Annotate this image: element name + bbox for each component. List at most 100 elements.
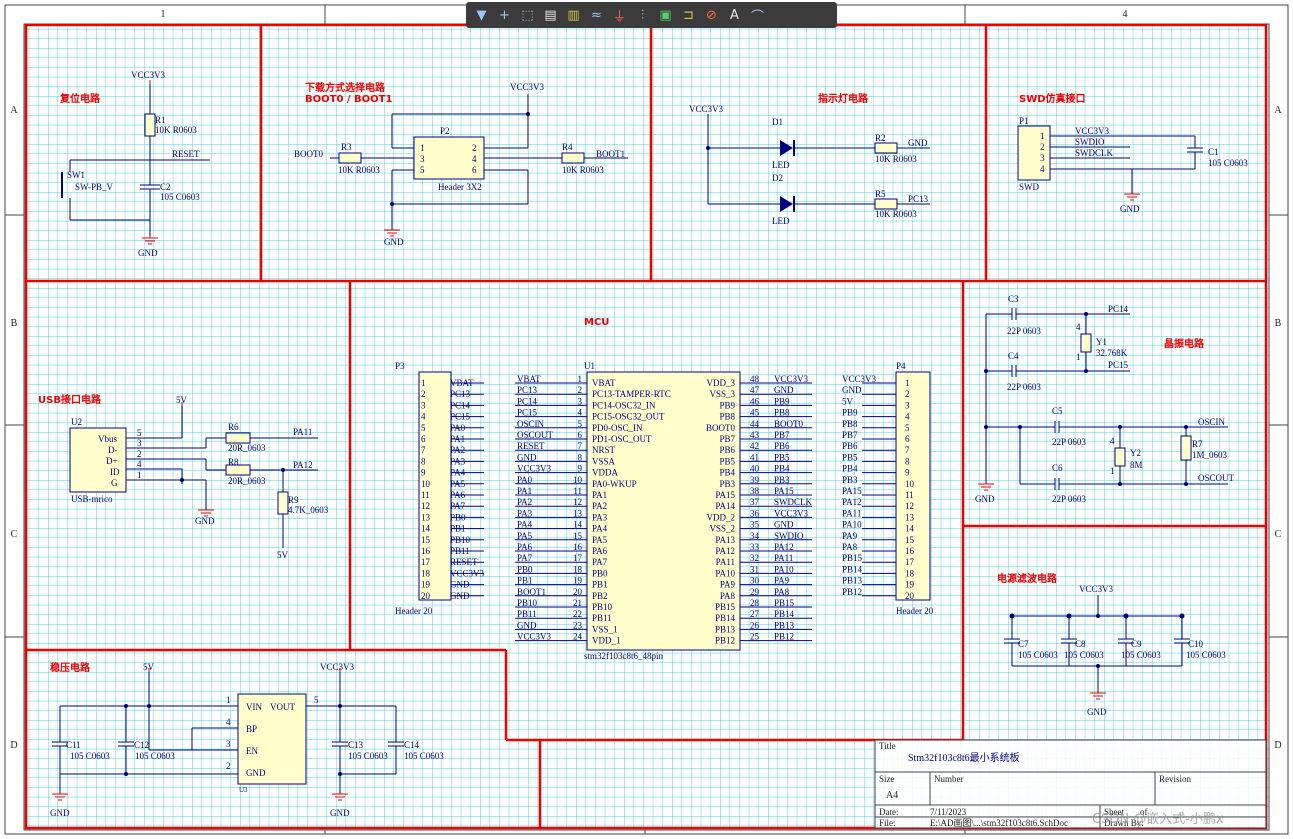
wire-icon[interactable]: ≈ (587, 5, 606, 25)
u1-left-pin: PD1-OSC_OUT (592, 434, 652, 444)
port-icon[interactable]: ⊐ (679, 5, 698, 25)
u1-pin-number: 29 (750, 587, 760, 597)
p4-net-label: PB3 (842, 475, 858, 485)
u1-pin-number: 3 (578, 396, 583, 406)
p3-net-label: GND (450, 580, 470, 590)
ref-r5: R5 (875, 189, 886, 199)
ref-c5: C5 (1052, 406, 1063, 416)
p4-pin-number: 13 (905, 512, 915, 522)
u1-pin-number: 47 (750, 385, 760, 395)
p4-net-label: PB13 (842, 576, 863, 586)
svg-text:4: 4 (472, 154, 477, 164)
u1-right-net: PA9 (774, 576, 790, 586)
net-pa11: PA11 (293, 427, 312, 437)
u1-pin-number: 44 (750, 419, 760, 429)
bus-icon[interactable]: ⫶ (633, 5, 652, 25)
add-cross-icon[interactable]: + (495, 5, 514, 25)
u1-left-pin: PC15-OSC32_OUT (592, 412, 665, 422)
svg-text:D-: D- (108, 445, 118, 455)
u1-right-net: PB12 (774, 632, 794, 642)
p4-pin-number: 11 (905, 490, 914, 500)
u1-pin-number: 24 (573, 632, 583, 642)
p4-net-label: PA10 (842, 520, 862, 530)
p3-pin-number: 5 (421, 423, 426, 433)
u1-right-pin: PB6 (719, 445, 735, 455)
svg-text:10K R0603: 10K R0603 (875, 154, 917, 164)
u1-pin-number: 21 (573, 598, 582, 608)
net-reset: RESET (172, 149, 200, 159)
u1-pin-number: 2 (578, 385, 583, 395)
u1-right-pin: PA12 (715, 546, 735, 556)
u1-right-pin: PA15 (715, 490, 735, 500)
svg-text:GND: GND (384, 237, 404, 247)
p3-pin-number: 13 (421, 512, 431, 522)
filter-icon[interactable]: ▼ (472, 5, 491, 25)
p3-pin-number: 19 (421, 580, 431, 590)
u1-pin-number: 22 (573, 609, 582, 619)
u1-right-net: GND (774, 385, 794, 395)
p3-net-label: PA0 (450, 423, 466, 433)
svg-text:10K R0603: 10K R0603 (338, 165, 380, 175)
u1-right-pin: PB15 (715, 602, 736, 612)
ref-y2: Y2 (1130, 448, 1141, 458)
svg-text:3: 3 (420, 154, 425, 164)
svg-text:22P 0603: 22P 0603 (1052, 437, 1086, 447)
svg-text:VCC3V3: VCC3V3 (1079, 584, 1114, 594)
svg-text:G: G (111, 478, 118, 488)
u1-right-net: PB14 (774, 609, 795, 619)
p4-pin-number: 16 (905, 546, 915, 556)
u1-right-net: PB13 (774, 620, 795, 630)
net-oscout: OSCOUT (1198, 473, 1235, 483)
ref-r4: R4 (562, 142, 573, 152)
u1-left-pin: PA6 (592, 546, 608, 556)
u1-right-pin: PB3 (719, 479, 735, 489)
svg-text:10K R0603: 10K R0603 (875, 209, 917, 219)
p3-net-label: PA4 (450, 468, 466, 478)
u1-right-net: PA8 (774, 587, 790, 597)
p4-pin-number: 3 (905, 400, 910, 410)
svg-text:Title: Title (879, 741, 896, 751)
svg-text:SWD: SWD (1019, 182, 1040, 192)
chip-icon[interactable]: ▣ (656, 5, 675, 25)
align-icon[interactable]: ▤ (541, 5, 560, 25)
u1-left-net: PC15 (517, 408, 538, 418)
ref-p2: P2 (440, 126, 450, 136)
svg-text:GND: GND (330, 808, 350, 818)
p3-net-label: PB10 (450, 535, 471, 545)
u1-right-net: SWDIO (774, 531, 804, 541)
component-icon[interactable]: ▥ (564, 5, 583, 25)
u1-pin-number: 9 (578, 464, 583, 474)
u1-right-net: VCC3V3 (774, 374, 809, 384)
u1-left-pin: PB0 (592, 568, 608, 578)
u1-right-pin: PA8 (720, 591, 736, 601)
svg-text:5: 5 (137, 428, 142, 438)
arc-icon[interactable]: ⌒ (748, 5, 767, 25)
u1-right-net: PA10 (774, 564, 794, 574)
no-erc-icon[interactable]: ⊘ (702, 5, 721, 25)
row-marker-c: C (11, 529, 18, 540)
p4-pin-number: 19 (905, 580, 915, 590)
p3-net-label: PB11 (450, 546, 470, 556)
u1-left-net: PB10 (517, 598, 538, 608)
svg-text:5V: 5V (176, 395, 188, 405)
schematic-sheet[interactable]: 1 4 A A B B C C D D 复位电路 下载方式选择电路 BOOT0 … (0, 0, 1293, 839)
svg-text:1: 1 (226, 695, 231, 705)
svg-text:1M_0603: 1M_0603 (1192, 450, 1228, 460)
ref-p4: P4 (896, 361, 906, 371)
u1-left-pin: VDD_1 (592, 636, 621, 646)
svg-text:Header 20: Header 20 (395, 606, 433, 616)
p4-net-label: PA12 (842, 497, 862, 507)
svg-text:Header 20: Header 20 (896, 606, 934, 616)
svg-text:BP: BP (246, 724, 257, 734)
svg-text:5: 5 (314, 695, 319, 705)
net-boot1: BOOT1 (596, 149, 625, 159)
ref-r6: R6 (228, 422, 239, 432)
p4-net-label: 5V (842, 396, 854, 406)
ground-icon[interactable]: ⏚ (610, 5, 629, 25)
svg-text:4: 4 (1110, 436, 1115, 446)
select-rect-icon[interactable]: ⬚ (518, 5, 537, 25)
u1-right-pin: PB8 (719, 412, 735, 422)
u1-pin-number: 1 (578, 374, 583, 384)
p4-net-label: PB8 (842, 419, 858, 429)
text-icon[interactable]: A (725, 5, 744, 25)
